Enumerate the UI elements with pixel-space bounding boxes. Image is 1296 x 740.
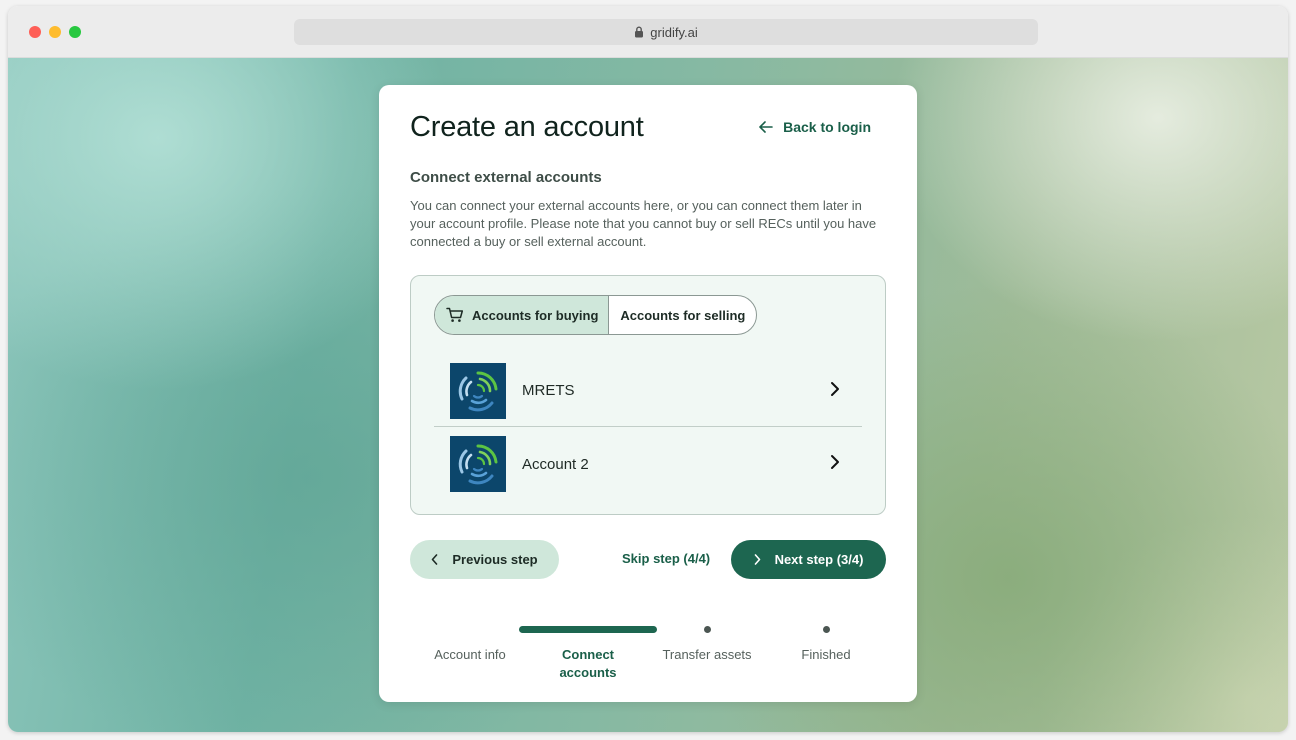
next-step-label: Next step (3/4) <box>774 552 864 567</box>
account-type-toggle: Accounts for buying Accounts for selling <box>434 295 758 335</box>
tab-label: Accounts for selling <box>620 307 746 323</box>
step-transfer-assets: Transfer assets <box>647 625 767 664</box>
step-finished: Finished <box>766 625 886 664</box>
cart-icon <box>446 307 464 323</box>
chevron-right-icon <box>830 381 840 397</box>
tab-accounts-for-selling[interactable]: Accounts for selling <box>608 296 756 334</box>
browser-titlebar: gridify.ai <box>8 6 1288 58</box>
tab-accounts-for-buying[interactable]: Accounts for buying <box>435 296 609 334</box>
step-dot <box>703 625 711 633</box>
step-label: Connect accounts <box>559 647 617 680</box>
mrets-logo-icon <box>450 436 506 492</box>
browser-window: gridify.ai Create an account Back to log… <box>8 6 1288 732</box>
step-label: Account info <box>434 647 506 662</box>
step-connect-accounts: Connect accounts <box>519 625 657 682</box>
url-text: gridify.ai <box>650 24 698 40</box>
step-label: Transfer assets <box>662 647 752 662</box>
minimize-window-button[interactable] <box>49 26 61 38</box>
chevron-right-icon <box>754 554 761 565</box>
skip-step-button[interactable]: Skip step (4/4) <box>622 551 710 566</box>
close-window-button[interactable] <box>29 26 41 38</box>
previous-step-button[interactable]: Previous step <box>410 540 559 579</box>
page-background: Create an account Back to login Connect … <box>8 58 1288 732</box>
step-account-info: Account info <box>410 625 530 664</box>
accounts-panel: Accounts for buying Accounts for selling <box>410 275 886 515</box>
chevron-left-icon <box>431 554 438 565</box>
back-to-login-label: Back to login <box>783 119 871 135</box>
tab-label: Accounts for buying <box>472 307 599 323</box>
mrets-logo-icon <box>450 362 506 419</box>
account-row-mrets[interactable]: MRETS <box>434 355 862 427</box>
maximize-window-button[interactable] <box>69 26 81 38</box>
page-title: Create an account <box>410 111 644 143</box>
arrow-left-icon <box>759 121 773 133</box>
account-name: MRETS <box>522 382 575 399</box>
progress-stepper: Account info Connect accounts Transfer a… <box>410 625 886 685</box>
next-step-button[interactable]: Next step (3/4) <box>731 540 886 579</box>
back-to-login-link[interactable]: Back to login <box>759 119 871 135</box>
account-row-account-2[interactable]: Account 2 <box>434 428 862 500</box>
signup-card: Create an account Back to login Connect … <box>379 85 917 702</box>
step-progress-bar <box>519 625 657 633</box>
account-name: Account 2 <box>522 455 589 473</box>
section-description: You can connect your external accounts h… <box>410 198 877 249</box>
address-bar[interactable]: gridify.ai <box>294 19 1038 45</box>
chevron-right-icon <box>830 454 840 470</box>
step-dot <box>822 625 830 633</box>
previous-step-label: Previous step <box>452 552 538 567</box>
step-label: Finished <box>801 647 851 662</box>
lock-icon <box>634 26 644 38</box>
section-title: Connect external accounts <box>410 169 602 186</box>
